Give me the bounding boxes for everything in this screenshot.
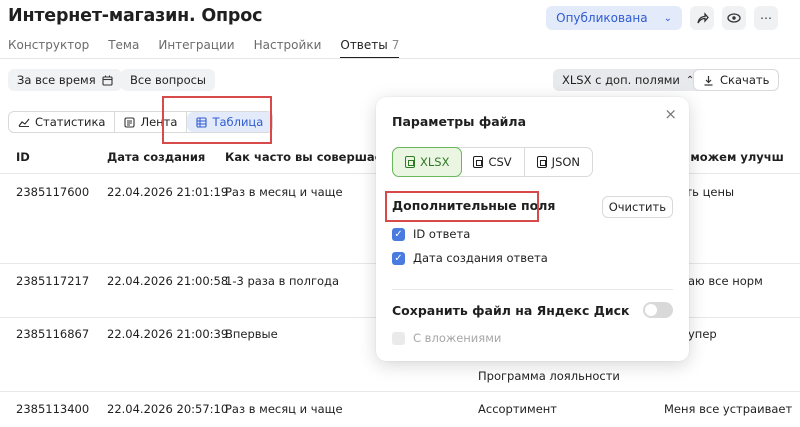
cell-date: 22.04.2026 21:01:19 — [107, 185, 229, 199]
tab-label: Настройки — [253, 38, 322, 52]
field-answer-date[interactable]: ✓ Дата создания ответа — [392, 251, 548, 265]
tab-constructor[interactable]: Конструктор — [8, 38, 89, 59]
share-icon[interactable] — [690, 6, 714, 30]
xlsx-file-icon — [405, 156, 415, 168]
cell-id: 2385117600 — [16, 185, 90, 199]
format-csv[interactable]: CSV — [461, 148, 525, 176]
field-label: Дата создания ответа — [413, 251, 548, 265]
popup-divider — [392, 289, 673, 290]
calendar-icon — [102, 75, 113, 86]
download-icon — [704, 75, 713, 86]
cell-id: 2385113400 — [16, 402, 90, 416]
header-actions: Опубликована ⌄ ⋯ — [546, 6, 778, 30]
download-label: Скачать — [720, 73, 770, 87]
publish-status-label: Опубликована — [556, 11, 648, 25]
field-answer-id[interactable]: ✓ ID ответа — [392, 227, 470, 241]
checkbox-checked-icon[interactable]: ✓ — [392, 251, 405, 265]
checkbox-checked-icon[interactable]: ✓ — [392, 227, 405, 241]
tab-label: Интеграции — [158, 38, 235, 52]
tab-label: Тема — [108, 38, 140, 52]
export-format-label: XLSX с доп. полями — [562, 73, 680, 87]
chart-icon — [18, 118, 30, 127]
cell-extra: Программа лояльности — [478, 369, 620, 383]
cell-id: 2385117217 — [16, 274, 90, 288]
eye-icon[interactable] — [722, 6, 746, 30]
format-json[interactable]: JSON — [525, 148, 592, 176]
field-label: ID ответа — [413, 227, 471, 241]
cell-assortment: Ассортимент — [478, 402, 557, 416]
csv-file-icon — [473, 156, 484, 168]
format-selector: XLSX CSV JSON — [392, 147, 594, 177]
file-params-popup: Параметры файла × XLSX CSV JSON Дополнит… — [376, 97, 689, 361]
cell-improve: упер — [688, 327, 717, 341]
tab-theme[interactable]: Тема — [108, 38, 139, 59]
highlight-box — [385, 191, 539, 222]
attachments-option[interactable]: С вложениями — [392, 331, 501, 345]
cell-frequency: Впервые — [225, 327, 278, 341]
column-header-improve[interactable]: ы можем улучш — [676, 150, 784, 164]
disk-save-label: Сохранить файл на Яндекс Диск — [392, 303, 630, 318]
feed-icon — [124, 116, 135, 128]
cell-frequency: Раз в месяц и чаще — [225, 185, 343, 199]
page-title: Интернет-магазин. Опрос — [8, 6, 263, 26]
json-file-icon — [536, 156, 547, 168]
tab-bar: Конструктор Тема Интеграции Настройки От… — [8, 38, 418, 59]
answers-count: 7 — [391, 38, 400, 52]
tab-label: Ответы — [340, 38, 388, 52]
cell-id: 2385116867 — [16, 327, 90, 341]
view-statistics[interactable]: Статистика — [9, 112, 116, 132]
format-label: JSON — [551, 155, 581, 169]
format-label: XLSX — [420, 155, 450, 169]
publish-status-button[interactable]: Опубликована ⌄ — [546, 6, 682, 30]
tab-answers[interactable]: Ответы 7 — [340, 38, 400, 59]
chevron-down-icon: ⌄ — [663, 12, 672, 24]
cell-improve: аю все норм — [688, 274, 763, 288]
tab-integrations[interactable]: Интеграции — [158, 38, 234, 59]
column-header-date[interactable]: Дата создания — [107, 150, 205, 164]
period-filter-button[interactable]: За все время — [8, 69, 122, 91]
cell-date: 22.04.2026 21:00:58 — [107, 274, 229, 288]
highlight-box — [162, 96, 272, 144]
cell-improve: Меня все устраивает — [664, 402, 793, 416]
tab-settings[interactable]: Настройки — [254, 38, 322, 59]
attachments-label: С вложениями — [413, 331, 502, 345]
clear-button[interactable]: Очистить — [601, 196, 673, 218]
more-icon[interactable]: ⋯ — [754, 6, 778, 30]
row-divider — [0, 391, 800, 392]
cell-frequency: 1-3 раза в полгода — [225, 274, 340, 288]
export-format-button[interactable]: XLSX с доп. полями ⌃ — [553, 69, 704, 91]
questions-filter-button[interactable]: Все вопросы — [121, 69, 216, 91]
tabs-divider — [0, 58, 800, 59]
format-xlsx[interactable]: XLSX — [392, 147, 463, 177]
tab-label: Конструктор — [8, 38, 90, 52]
view-label: Статистика — [35, 115, 106, 129]
cell-date: 22.04.2026 21:00:39 — [107, 327, 229, 341]
clear-label: Очистить — [608, 200, 666, 214]
close-icon[interactable]: × — [664, 105, 677, 123]
checkbox-unchecked-icon[interactable] — [392, 331, 405, 345]
format-label: CSV — [488, 155, 512, 169]
questions-filter-label: Все вопросы — [130, 73, 207, 87]
disk-save-toggle[interactable] — [643, 302, 673, 318]
cell-frequency: Раз в месяц и чаще — [225, 402, 343, 416]
cell-date: 22.04.2026 20:57:10 — [107, 402, 229, 416]
popup-title: Параметры файла — [392, 114, 527, 129]
column-header-id[interactable]: ID — [16, 150, 30, 164]
download-button[interactable]: Скачать — [693, 69, 780, 91]
period-filter-label: За все время — [17, 73, 96, 87]
